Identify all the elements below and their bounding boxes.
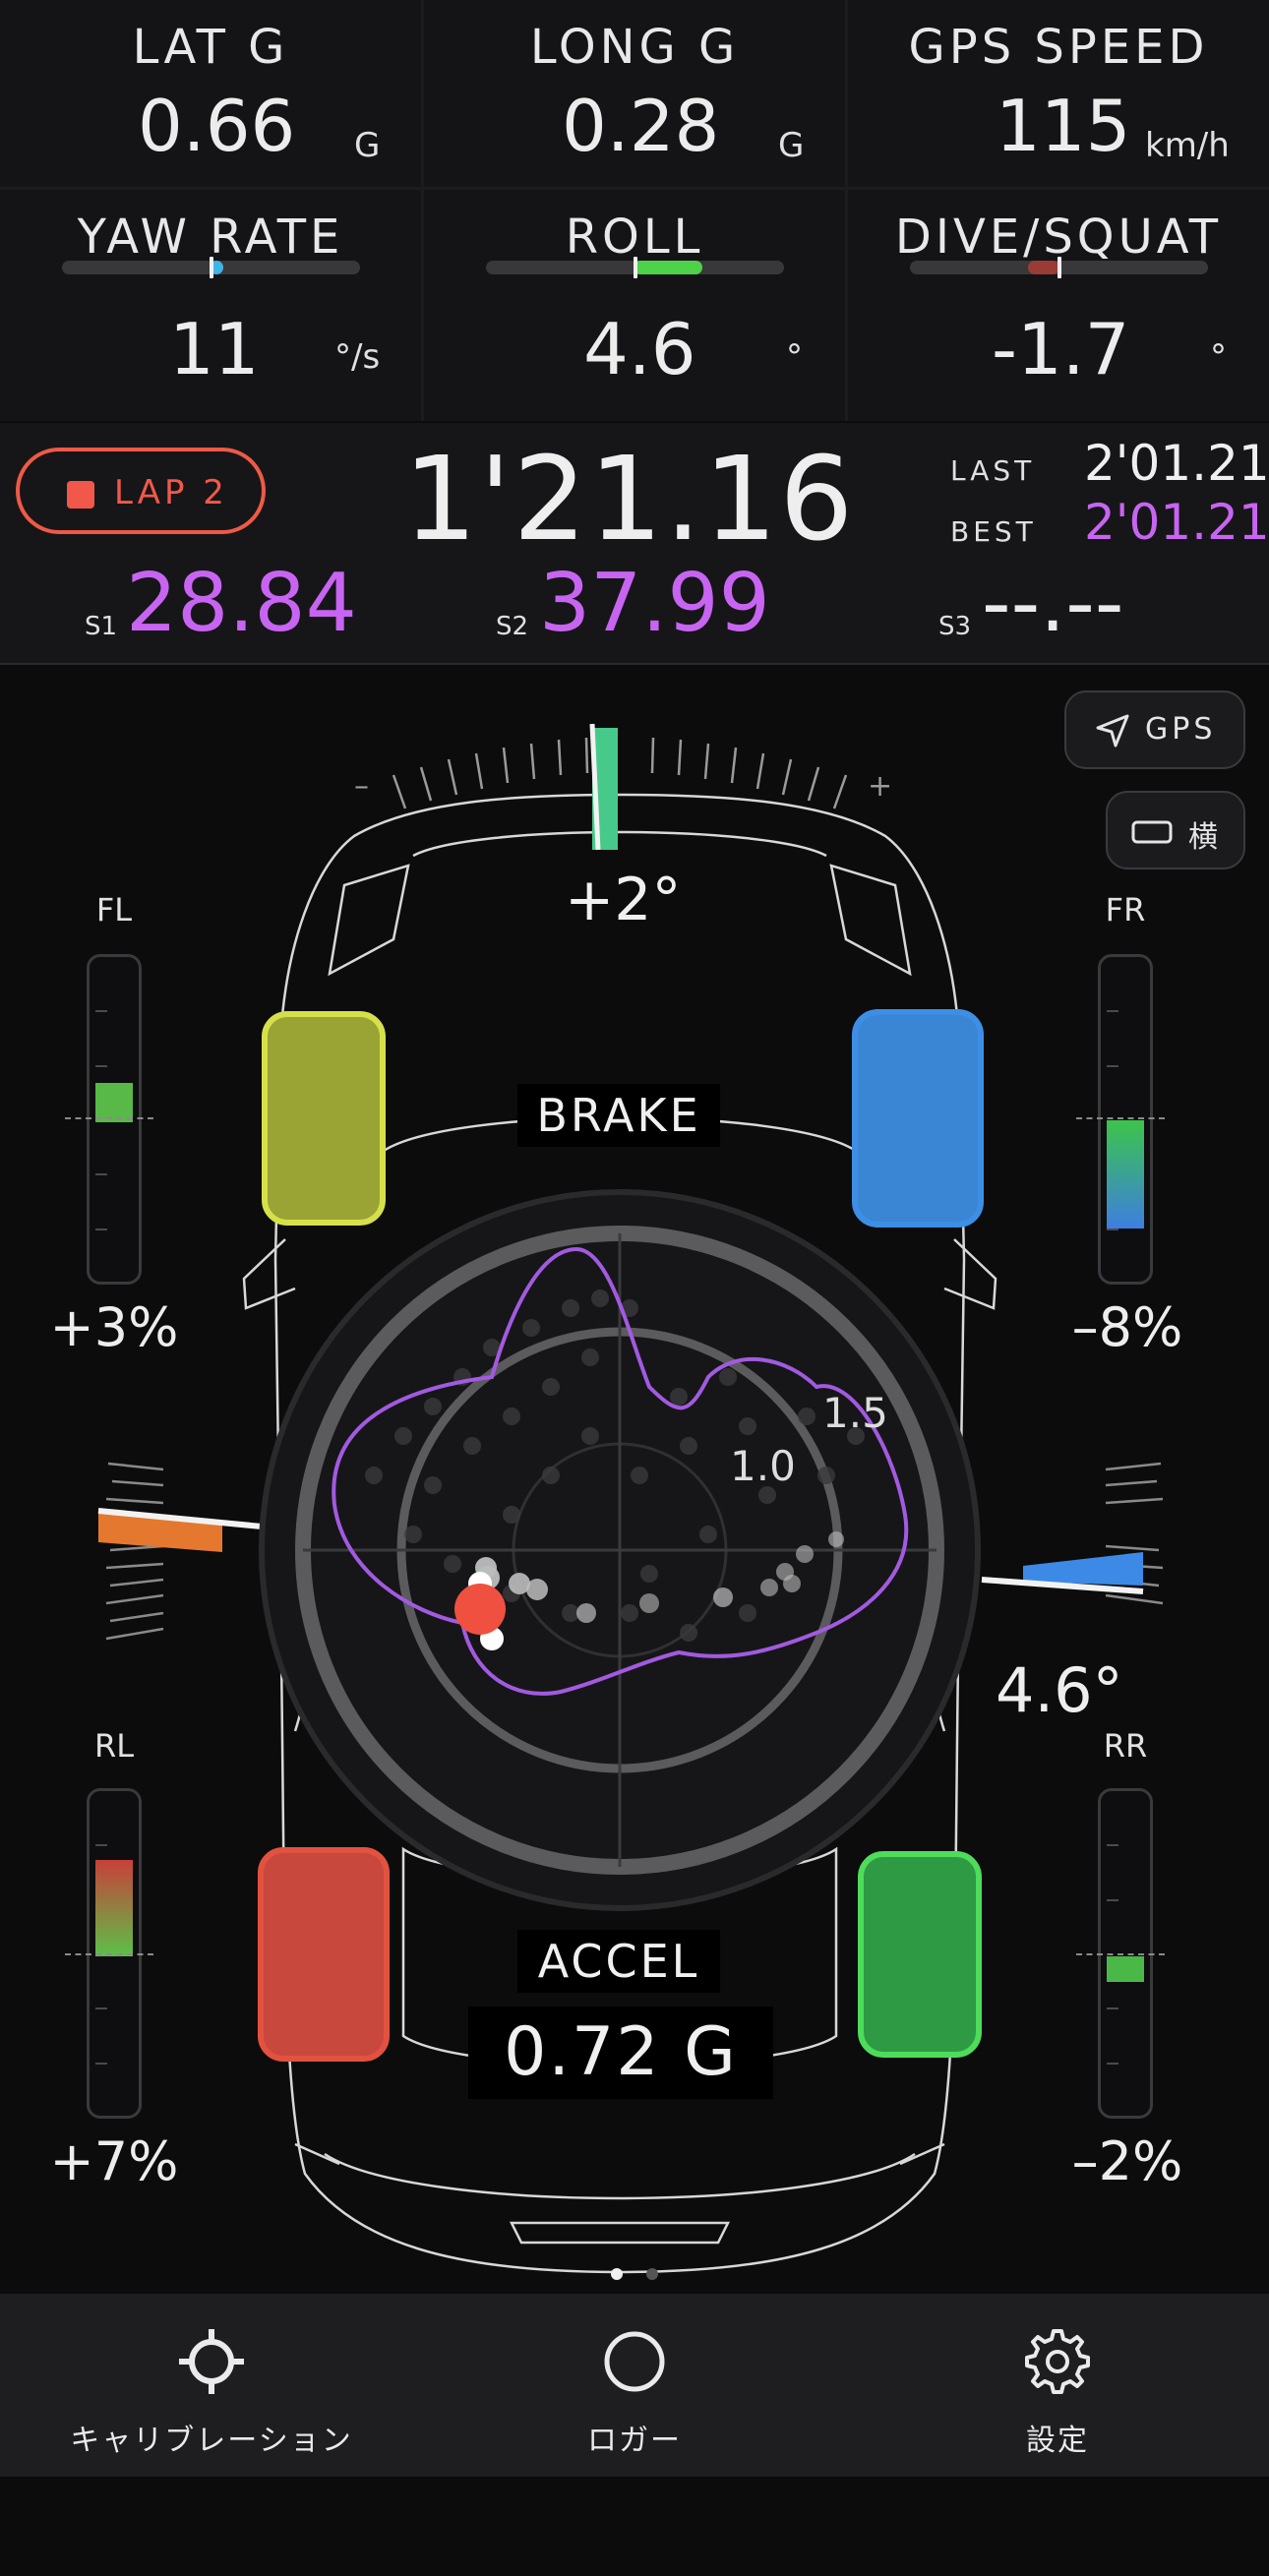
nav-calibration[interactable]: キャリブレーション <box>0 2294 423 2477</box>
metrics-panel: LAT G 0.66 G LONG G 0.28 G GPS SPEED 115… <box>0 0 1269 421</box>
dive-squat-cell: DIVE/SQUAT -1.7 ° <box>848 190 1269 421</box>
dive-squat-bar <box>910 257 1208 278</box>
yaw-rate-unit: °/s <box>334 337 381 377</box>
dive-squat-unit: ° <box>1210 337 1227 377</box>
tire-rr-label: RR <box>1103 1727 1148 1765</box>
gps-speed-label: GPS SPEED <box>908 20 1209 75</box>
dive-squat-value: -1.7 <box>992 308 1130 390</box>
lat-g-cell: LAT G 0.66 G <box>0 0 421 187</box>
tire-rl-load-fill <box>95 1860 133 1956</box>
tire-fr-load-bar <box>1098 954 1153 1285</box>
steering-angle: +2° <box>565 866 682 934</box>
lat-g-label: LAT G <box>132 20 289 75</box>
lap-button[interactable]: LAP 2 <box>16 448 266 534</box>
roll-bar-center <box>634 257 637 278</box>
landscape-icon <box>1131 820 1173 844</box>
tire-fl-load-bar <box>87 954 142 1285</box>
tire-fr-percent: –8% <box>1071 1296 1183 1358</box>
roll-angle-readout: 4.6° <box>996 1654 1123 1726</box>
roll-bar-fill <box>634 261 702 274</box>
tire-rr <box>858 1851 982 2058</box>
crosshair-icon <box>179 2329 244 2394</box>
best-lap-time: 2'01.21 <box>1084 494 1269 551</box>
gps-button[interactable]: GPS <box>1064 690 1245 769</box>
tire-fl-percent: +3% <box>49 1296 179 1358</box>
tire-rl <box>258 1847 390 2062</box>
location-arrow-icon <box>1096 714 1129 748</box>
tire-fr <box>852 1009 984 1228</box>
yaw-rate-bar <box>62 257 360 278</box>
left-roll-scale <box>105 1462 164 1641</box>
roll-bar <box>486 257 784 278</box>
nav-settings[interactable]: 設定 <box>846 2294 1269 2477</box>
nav-logger-label: ロガー <box>587 2424 682 2458</box>
last-lap-label: LAST <box>950 454 1036 487</box>
tire-fl <box>262 1011 386 1226</box>
tire-rr-zero-line <box>1076 1953 1165 1955</box>
gps-speed-value: 115 <box>996 85 1131 167</box>
gps-button-label: GPS <box>1145 712 1217 747</box>
ring-label-1-5: 1.5 <box>822 1389 888 1437</box>
lat-g-unit: G <box>354 126 381 165</box>
sector-3-label: S3 <box>938 612 972 641</box>
steering-plus: + <box>868 769 893 804</box>
long-g-label: LONG G <box>529 20 740 75</box>
tire-fl-label: FL <box>95 891 133 929</box>
steering-scale <box>392 737 848 809</box>
long-g-cell: LONG G 0.28 G <box>424 0 845 187</box>
long-g-value: 0.28 <box>562 85 720 167</box>
steering-minus: – <box>354 769 369 804</box>
nav-calibration-label: キャリブレーション <box>70 2424 353 2458</box>
tire-fl-load-fill <box>95 1083 133 1122</box>
sector-2-time: 37.99 <box>539 557 770 650</box>
gps-speed-unit: km/h <box>1145 126 1230 165</box>
tire-fl-zero-line <box>65 1117 153 1119</box>
roll-cell: ROLL 4.6 ° <box>424 190 845 421</box>
tire-fr-zero-line <box>1076 1117 1165 1119</box>
tire-rl-label: RL <box>93 1727 135 1765</box>
g-current-point <box>454 1584 506 1635</box>
nav-settings-label: 設定 <box>1026 2424 1089 2458</box>
page-dot-active[interactable] <box>611 2268 623 2280</box>
tire-rr-load-fill <box>1107 1956 1144 1982</box>
dive-squat-bar-fill <box>1028 261 1059 274</box>
best-lap-label: BEST <box>950 515 1037 548</box>
nav-logger[interactable]: ロガー <box>423 2294 846 2477</box>
tire-fr-label: FR <box>1105 891 1146 929</box>
tire-rl-zero-line <box>65 1953 153 1955</box>
right-roll-bar <box>1023 1552 1143 1586</box>
gps-speed-cell: GPS SPEED 115 km/h <box>848 0 1269 187</box>
page-dot[interactable] <box>646 2268 658 2280</box>
sector-1-time: 28.84 <box>126 557 357 650</box>
accel-value: 0.72 G <box>468 2007 773 2099</box>
ring-label-1-0: 1.0 <box>730 1442 796 1490</box>
dive-squat-bar-center <box>1058 257 1061 278</box>
roll-unit: ° <box>786 337 803 377</box>
yaw-rate-cell: YAW RATE 11 °/s <box>0 190 421 421</box>
long-g-unit: G <box>778 126 805 165</box>
last-lap-time: 2'01.21 <box>1084 435 1269 492</box>
bottom-nav: キャリブレーション ロガー 設定 <box>0 2294 1269 2477</box>
brake-label: BRAKE <box>517 1084 720 1147</box>
orientation-button[interactable]: 横 <box>1106 791 1245 869</box>
sector-1-label: S1 <box>85 612 118 641</box>
stop-icon <box>67 481 94 509</box>
gear-icon <box>1025 2329 1090 2394</box>
yaw-rate-bar-center <box>210 257 213 278</box>
sector-2-label: S2 <box>496 612 529 641</box>
tire-fr-load-fill <box>1107 1120 1144 1228</box>
lap-button-label: LAP 2 <box>114 473 228 512</box>
yaw-rate-value: 11 <box>169 308 260 390</box>
accel-label: ACCEL <box>517 1930 720 1993</box>
lap-panel: LAP 2 1'21.16 LAST 2'01.21 BEST 2'01.21 … <box>0 423 1269 665</box>
tire-rr-percent: –2% <box>1071 2130 1183 2192</box>
tire-rl-percent: +7% <box>49 2130 179 2192</box>
current-lap-time: 1'21.16 <box>403 431 856 567</box>
circle-icon <box>604 2331 665 2392</box>
lat-g-value: 0.66 <box>138 85 296 167</box>
roll-value: 4.6 <box>583 308 696 390</box>
orientation-button-label: 横 <box>1188 820 1222 855</box>
sector-3-time: --.-- <box>982 557 1124 650</box>
